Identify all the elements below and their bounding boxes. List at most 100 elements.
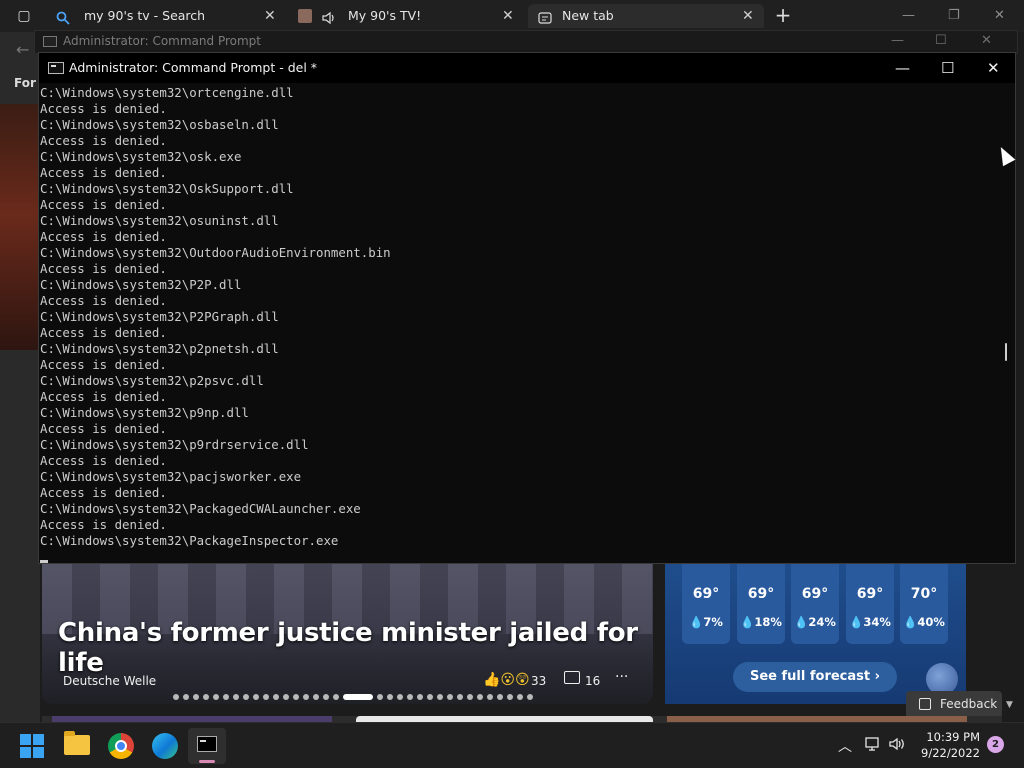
close-tab-icon[interactable]: ✕ [502, 4, 514, 28]
carousel-dot[interactable] [427, 694, 433, 700]
carousel-dot[interactable] [253, 694, 259, 700]
notification-badge[interactable]: 2 [987, 736, 1004, 753]
forecast-day[interactable]: 69° 💧18% [737, 564, 785, 644]
network-icon[interactable] [864, 736, 882, 756]
tab-actions-icon[interactable]: ▢ [10, 6, 38, 26]
carousel-dot[interactable] [273, 694, 279, 700]
news-image[interactable] [0, 104, 40, 350]
comment-icon[interactable] [564, 671, 580, 684]
window-title: Administrator: Command Prompt [63, 34, 261, 48]
speaker-icon[interactable] [322, 9, 336, 25]
news-card[interactable]: China's former justice minister jailed f… [42, 564, 653, 704]
window-title: Administrator: Command Prompt - del * [69, 60, 318, 75]
tab-search[interactable]: my 90's tv - Search ✕ [46, 4, 284, 28]
console-line: C:\Windows\system32\P2P.dll [40, 277, 242, 292]
reactions-count: 33 [531, 674, 547, 688]
forecast-temp: 69° [692, 586, 720, 602]
page-scroll-down-icon[interactable]: ▼ [1006, 700, 1013, 710]
carousel-dot[interactable] [507, 694, 513, 700]
carousel-dot[interactable] [447, 694, 453, 700]
edge-icon[interactable] [152, 733, 178, 759]
browser-close-button[interactable]: ✕ [994, 6, 1005, 26]
feed-tab-label[interactable]: For [14, 76, 36, 90]
see-full-forecast-button[interactable]: See full forecast › [733, 662, 897, 692]
carousel-dot[interactable] [387, 694, 393, 700]
tab-label: New tab [562, 8, 614, 23]
carousel-dot[interactable] [527, 694, 533, 700]
minimize-button[interactable]: — [895, 57, 910, 79]
window-titlebar[interactable]: Administrator: Command Prompt - del * — … [39, 53, 1015, 83]
show-hidden-icons-chevron-icon[interactable]: ︿ [838, 736, 852, 756]
carousel-dot[interactable] [313, 694, 319, 700]
volume-icon[interactable] [889, 736, 907, 756]
carousel-dot[interactable] [377, 694, 383, 700]
carousel-dot[interactable] [283, 694, 289, 700]
carousel-dot[interactable] [303, 694, 309, 700]
carousel-dot[interactable] [343, 694, 373, 700]
clock-date: 9/22/2022 [921, 746, 980, 760]
clock[interactable]: 10:39 PM 9/22/2022 [916, 729, 980, 761]
maximize-button[interactable]: ☐ [941, 57, 954, 79]
news-source[interactable]: Deutsche Welle [63, 674, 156, 688]
console-line: Access is denied. [40, 133, 167, 148]
comments-count: 16 [585, 674, 601, 688]
rain-chance: 💧24% [794, 615, 836, 629]
carousel-dot[interactable] [517, 694, 523, 700]
console-line: Access is denied. [40, 293, 167, 308]
feedback-button[interactable]: Feedback [906, 691, 1002, 718]
console-line: Access is denied. [40, 453, 167, 468]
command-prompt-taskbar-button[interactable] [188, 728, 226, 764]
close-tab-icon[interactable]: ✕ [264, 4, 276, 28]
close-button[interactable]: ✕ [981, 33, 992, 48]
forecast-day[interactable]: 70° 💧40% [900, 564, 948, 644]
forecast-day[interactable]: 69° 💧34% [846, 564, 894, 644]
carousel-dot[interactable] [203, 694, 209, 700]
close-tab-icon[interactable]: ✕ [742, 4, 754, 28]
carousel-dot[interactable] [223, 694, 229, 700]
scrollbar-thumb[interactable] [1005, 343, 1007, 361]
carousel-dot[interactable] [173, 694, 179, 700]
carousel-dot[interactable] [183, 694, 189, 700]
carousel-dot[interactable] [263, 694, 269, 700]
carousel-dot[interactable] [497, 694, 503, 700]
carousel-dot[interactable] [457, 694, 463, 700]
close-button[interactable]: ✕ [987, 57, 1000, 79]
carousel-dot[interactable] [213, 694, 219, 700]
minimize-button[interactable]: — [891, 33, 904, 48]
console-line: C:\Windows\system32\OutdoorAudioEnvironm… [40, 245, 391, 260]
browser-minimize-button[interactable]: — [902, 6, 915, 26]
carousel-dot[interactable] [397, 694, 403, 700]
forecast-day[interactable]: 69° 💧24% [791, 564, 839, 644]
carousel-dot[interactable] [333, 694, 339, 700]
console-output[interactable]: C:\Windows\system32\ortcengine.dll Access… [39, 83, 999, 563]
carousel-dot[interactable] [407, 694, 413, 700]
carousel-dot[interactable] [487, 694, 493, 700]
carousel-dot[interactable] [233, 694, 239, 700]
news-headline[interactable]: China's former justice minister jailed f… [58, 618, 653, 678]
tab-new-tab[interactable]: New tab ✕ [528, 4, 764, 28]
browser-maximize-button[interactable]: ❐ [948, 6, 960, 26]
console-line: Access is denied. [40, 101, 167, 116]
background-command-prompt-window[interactable]: Administrator: Command Prompt — ☐ ✕ [34, 30, 1018, 54]
tab-my-90s-tv[interactable]: My 90's TV! ✕ [290, 4, 526, 28]
start-button[interactable] [20, 734, 44, 758]
carousel-indicator[interactable] [173, 694, 533, 700]
carousel-dot[interactable] [323, 694, 329, 700]
chrome-icon[interactable] [108, 733, 134, 759]
command-prompt-window[interactable]: Administrator: Command Prompt - del * — … [38, 52, 1016, 564]
back-arrow-icon[interactable]: ← [16, 40, 29, 59]
carousel-dot[interactable] [437, 694, 443, 700]
carousel-dot[interactable] [417, 694, 423, 700]
carousel-dot[interactable] [477, 694, 483, 700]
reactions-icon[interactable]: 👍😮😲 [483, 672, 530, 688]
maximize-button[interactable]: ☐ [935, 33, 947, 48]
carousel-dot[interactable] [293, 694, 299, 700]
carousel-dot[interactable] [467, 694, 473, 700]
weather-card[interactable]: 69° 💧7% 69° 💧18% 69° 💧24% 69° 💧34% 70° 💧… [665, 564, 966, 704]
new-tab-button[interactable]: + [772, 4, 794, 28]
more-options-icon[interactable]: ··· [615, 669, 628, 685]
file-explorer-icon[interactable] [64, 731, 90, 755]
forecast-day[interactable]: 69° 💧7% [682, 564, 730, 644]
carousel-dot[interactable] [243, 694, 249, 700]
carousel-dot[interactable] [193, 694, 199, 700]
